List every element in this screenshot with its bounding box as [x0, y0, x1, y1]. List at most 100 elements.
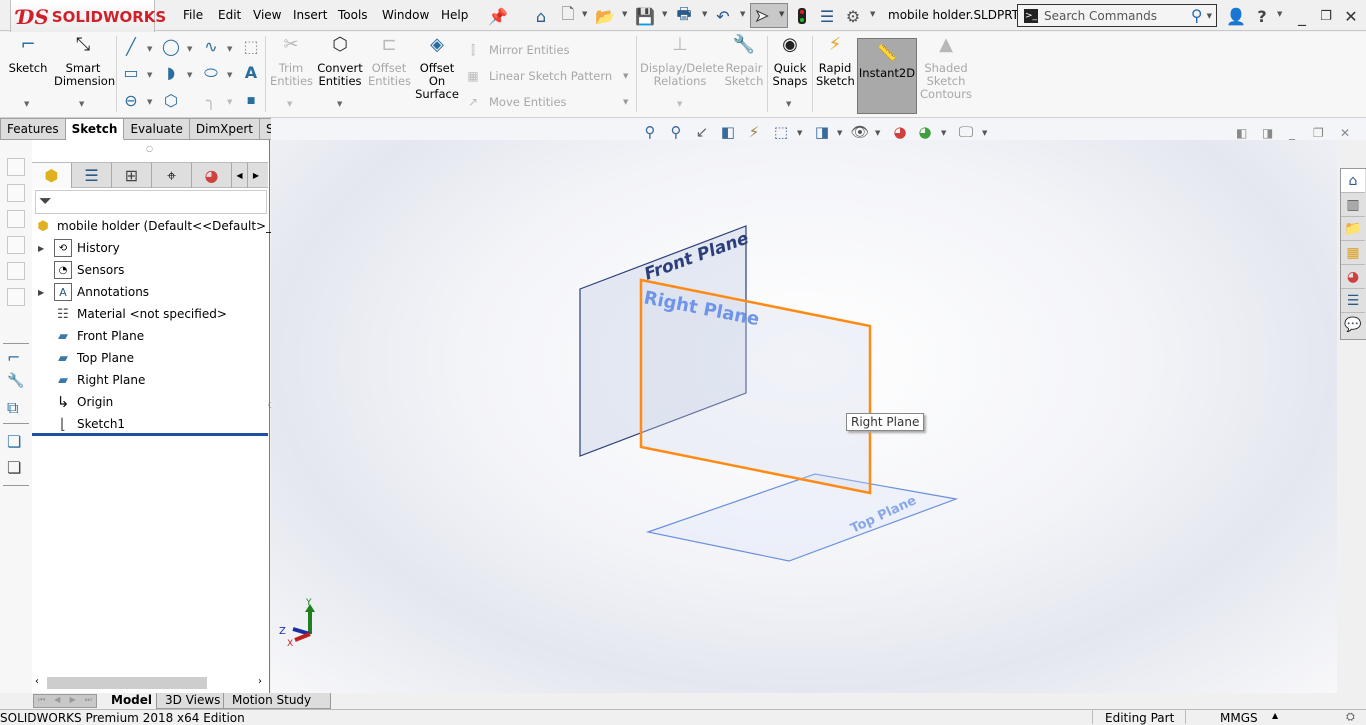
search-icon[interactable]: ⚲ [1191, 6, 1203, 25]
line-dropdown-icon[interactable]: ▼ [147, 45, 152, 53]
ellipse-dropdown-icon[interactable]: ▼ [227, 71, 232, 79]
tile-right-icon[interactable]: ◨ [1262, 126, 1273, 140]
solidworks-resources-home-icon[interactable]: ⌂ [1341, 169, 1365, 193]
smart-dimension-button[interactable]: ⤡ Smart Dimension [54, 36, 115, 88]
apply-scene-icon[interactable]: ◕ [914, 123, 936, 141]
viewport-restore-icon[interactable]: ❐ [1313, 126, 1324, 140]
arc-icon[interactable]: ◗ [160, 62, 182, 84]
display-delete-relations-button[interactable]: ⊥ Display/Delete Relations [640, 36, 724, 88]
open-icon[interactable]: 📂 [595, 6, 615, 26]
rebuild-traffic-light-icon[interactable] [792, 6, 812, 26]
feature-filter-bar[interactable]: ⏷ [35, 190, 267, 214]
layers-icon[interactable]: ❏ [7, 432, 21, 451]
horizontal-scrollbar[interactable]: ‹ › [32, 675, 268, 691]
repair-icon[interactable]: 🔧 [7, 373, 24, 389]
tab-evaluate[interactable]: Evaluate [124, 118, 190, 140]
restore-window-icon[interactable]: ❐ [1316, 6, 1336, 26]
open-dropdown-icon[interactable]: ▼ [622, 10, 627, 18]
view-box-icon[interactable] [7, 184, 25, 202]
menu-view[interactable]: View [253, 8, 281, 22]
undo-icon[interactable]: ↶ [713, 6, 733, 26]
slot-icon[interactable]: ⊖ [120, 90, 142, 112]
dynamic-annotation-icon[interactable]: ⚡ [743, 123, 765, 141]
custom-properties-icon[interactable]: ☰ [1341, 289, 1365, 313]
forum-chat-icon[interactable]: 💬 [1341, 313, 1365, 337]
tab-motion-study-1[interactable]: Motion Study 1 [223, 693, 331, 722]
quick-snaps-button[interactable]: ◉ Quick Snaps [771, 36, 809, 88]
hide-show-items-icon[interactable]: 👁 [849, 123, 871, 141]
select-dropdown-icon[interactable]: ▼ [779, 10, 784, 18]
view-palette-icon[interactable]: ▦ [1341, 241, 1365, 265]
file-explorer-folder-icon[interactable]: 📁 [1341, 217, 1365, 241]
units-dropdown-icon[interactable]: ▲ [1272, 711, 1278, 720]
previous-view-icon[interactable]: ↙ [691, 123, 713, 141]
polygon-icon[interactable]: ⬡ [160, 90, 182, 112]
display-style-dropdown-icon[interactable]: ▼ [837, 129, 842, 137]
zoom-to-area-icon[interactable]: ⚲ [665, 123, 687, 141]
move-entities-icon[interactable]: ↗ [462, 91, 484, 113]
last-tab-icon[interactable]: ⏭ [81, 695, 97, 707]
viewport-close-icon[interactable]: ✕ [1340, 126, 1350, 140]
relations-dropdown-icon[interactable]: ▼ [677, 100, 682, 108]
search-dropdown-icon[interactable]: ▼ [1207, 12, 1212, 20]
panel-grip-icon[interactable]: ○ [146, 144, 153, 153]
linear-sketch-pattern-button[interactable]: Linear Sketch Pattern [489, 69, 612, 83]
options-gear-icon[interactable]: ⚙ [843, 6, 863, 26]
move-entities-button[interactable]: Move Entities [489, 95, 567, 109]
rectangle-dropdown-icon[interactable]: ▼ [147, 71, 152, 79]
tab-model[interactable]: Model [103, 693, 161, 709]
rapid-sketch-button[interactable]: ⚡ Rapid Sketch [816, 36, 855, 88]
tree-item-sensors[interactable]: ◔ Sensors [32, 260, 124, 280]
view-settings-icon[interactable]: 🖵 [955, 123, 977, 141]
move-dropdown-icon[interactable]: ▼ [623, 98, 628, 106]
circle-dropdown-icon[interactable]: ▼ [187, 45, 192, 53]
expand-arrow-icon[interactable]: ▶ [38, 244, 48, 253]
spline-icon[interactable]: ∿ [200, 36, 222, 58]
convert-entities-button[interactable]: ⬡ Convert Entities [316, 36, 364, 88]
view-settings-dropdown-icon[interactable]: ▼ [982, 129, 987, 137]
arc-dropdown-icon[interactable]: ▼ [187, 71, 192, 79]
instant2d-button[interactable]: 📏 Instant2D [857, 38, 917, 114]
tree-item-front-plane[interactable]: ▰ Front Plane [32, 326, 144, 346]
help-icon[interactable]: ? [1252, 6, 1272, 26]
configuration-manager-tab-icon[interactable]: ⊞ [112, 163, 152, 188]
tree-item-right-plane[interactable]: ▰ Right Plane [32, 370, 145, 390]
solidworks-logo[interactable]: ƊS SOLIDWORKS [10, 0, 166, 34]
home-icon[interactable]: ⌂ [531, 6, 551, 26]
tabs-scroll-right-icon[interactable]: ▶ [248, 163, 264, 188]
display-manager-tab-icon[interactable]: ◕ [192, 163, 232, 188]
feature-tree-tab-icon[interactable]: ⬢ [32, 163, 72, 188]
pin-icon[interactable]: 📌 [488, 6, 508, 26]
sketch-dropdown-icon[interactable]: ▼ [24, 100, 29, 108]
section-view-icon[interactable]: ◧ [717, 123, 739, 141]
scroll-left-icon[interactable]: ‹ [35, 676, 39, 687]
slot-dropdown-icon[interactable]: ▼ [147, 98, 152, 106]
fillet-dropdown-icon[interactable]: ▼ [227, 98, 232, 106]
file-properties-icon[interactable]: ☰ [817, 6, 837, 26]
prev-tab-icon[interactable]: ◀ [50, 695, 66, 707]
design-library-icon[interactable]: ▥ [1341, 193, 1365, 217]
next-tab-icon[interactable]: ▶ [65, 695, 81, 707]
new-dropdown-icon[interactable]: ▼ [582, 10, 587, 18]
sketch-button[interactable]: ⌐ Sketch [8, 36, 48, 75]
offset-entities-button[interactable]: ⊏ Offset Entities [368, 36, 411, 88]
tree-root-part[interactable]: ⬢ mobile holder (Default<<Default>_Disp [32, 216, 298, 236]
circle-icon[interactable]: ◯ [160, 36, 182, 58]
tabs-scroll-left-icon[interactable]: ◀ [232, 163, 248, 188]
tree-item-material[interactable]: ☷ Material <not specified> [32, 304, 227, 324]
view-box-icon[interactable] [7, 210, 25, 228]
menu-window[interactable]: Window [382, 8, 429, 22]
tree-item-top-plane[interactable]: ▰ Top Plane [32, 348, 134, 368]
tab-dimxpert[interactable]: DimXpert [189, 118, 260, 140]
rectangle-icon[interactable]: ▭ [120, 62, 142, 84]
sketch-picture-icon[interactable]: ⬚ [240, 36, 262, 58]
top-plane[interactable] [645, 473, 959, 562]
menu-tools[interactable]: Tools [338, 8, 368, 22]
tab-3d-views[interactable]: 3D Views [156, 693, 230, 709]
dimxpert-manager-tab-icon[interactable]: ⌖ [152, 163, 192, 188]
tree-item-origin[interactable]: ↳ Origin [32, 392, 114, 412]
line-icon[interactable]: ╱ [120, 36, 142, 58]
minimize-window-icon[interactable]: _ [1292, 6, 1312, 26]
close-window-icon[interactable]: ✕ [1341, 6, 1361, 26]
menu-help[interactable]: Help [441, 8, 468, 22]
